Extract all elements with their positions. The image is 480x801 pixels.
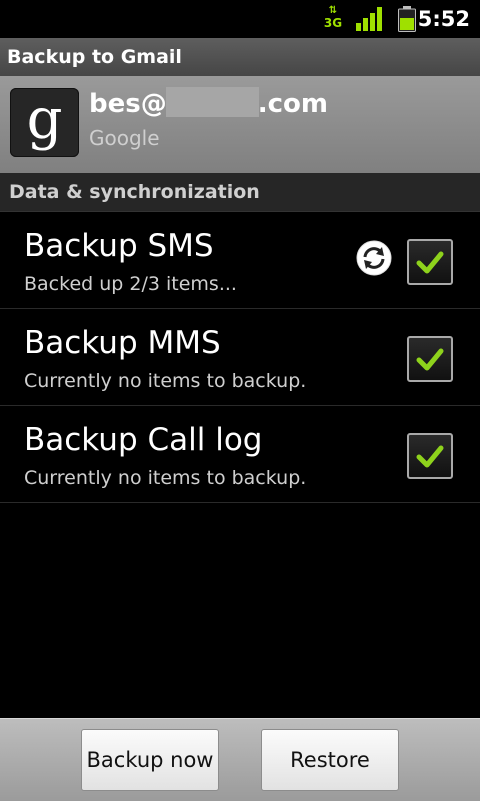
checkmark-icon [416, 445, 444, 468]
backup-call-log-checkbox[interactable] [407, 433, 453, 479]
setting-summary: Backed up 2/3 items... [24, 273, 237, 295]
setting-title: Backup MMS [24, 325, 221, 361]
backup-now-button[interactable]: Backup now [81, 729, 219, 791]
account-provider: Google [89, 126, 160, 150]
redacted-email-block [165, 87, 259, 117]
page-title: Backup to Gmail [7, 46, 182, 68]
checkmark-icon [416, 348, 444, 371]
backup-mms-checkbox[interactable] [407, 336, 453, 382]
title-bar: Backup to Gmail [0, 38, 480, 77]
setting-row-backup-sms[interactable]: Backup SMS Backed up 2/3 items... [0, 212, 480, 309]
restore-button[interactable]: Restore [261, 729, 399, 791]
checkmark-icon [416, 251, 444, 274]
setting-title: Backup SMS [24, 228, 214, 264]
setting-summary: Currently no items to backup. [24, 370, 307, 392]
account-header[interactable]: g bes@ .com Google [0, 76, 480, 173]
setting-row-backup-mms[interactable]: Backup MMS Currently no items to backup. [0, 309, 480, 406]
bottom-button-bar: Backup now Restore [0, 718, 480, 801]
signal-strength-icon [356, 7, 382, 31]
svg-text:g: g [27, 88, 63, 152]
status-bar: ⇅ 3G 5:52 [0, 0, 480, 38]
setting-row-backup-call-log[interactable]: Backup Call log Currently no items to ba… [0, 406, 480, 503]
network-3g-icon: ⇅ 3G [323, 5, 343, 30]
backup-sms-checkbox[interactable] [407, 239, 453, 285]
sync-icon [356, 240, 392, 276]
setting-summary: Currently no items to backup. [24, 467, 307, 489]
account-email: bes@ .com [89, 87, 328, 119]
section-header: Data & synchronization [0, 173, 480, 212]
battery-icon [398, 6, 416, 32]
google-logo-icon: g [10, 88, 79, 157]
setting-title: Backup Call log [24, 422, 263, 458]
clock: 5:52 [417, 7, 470, 31]
